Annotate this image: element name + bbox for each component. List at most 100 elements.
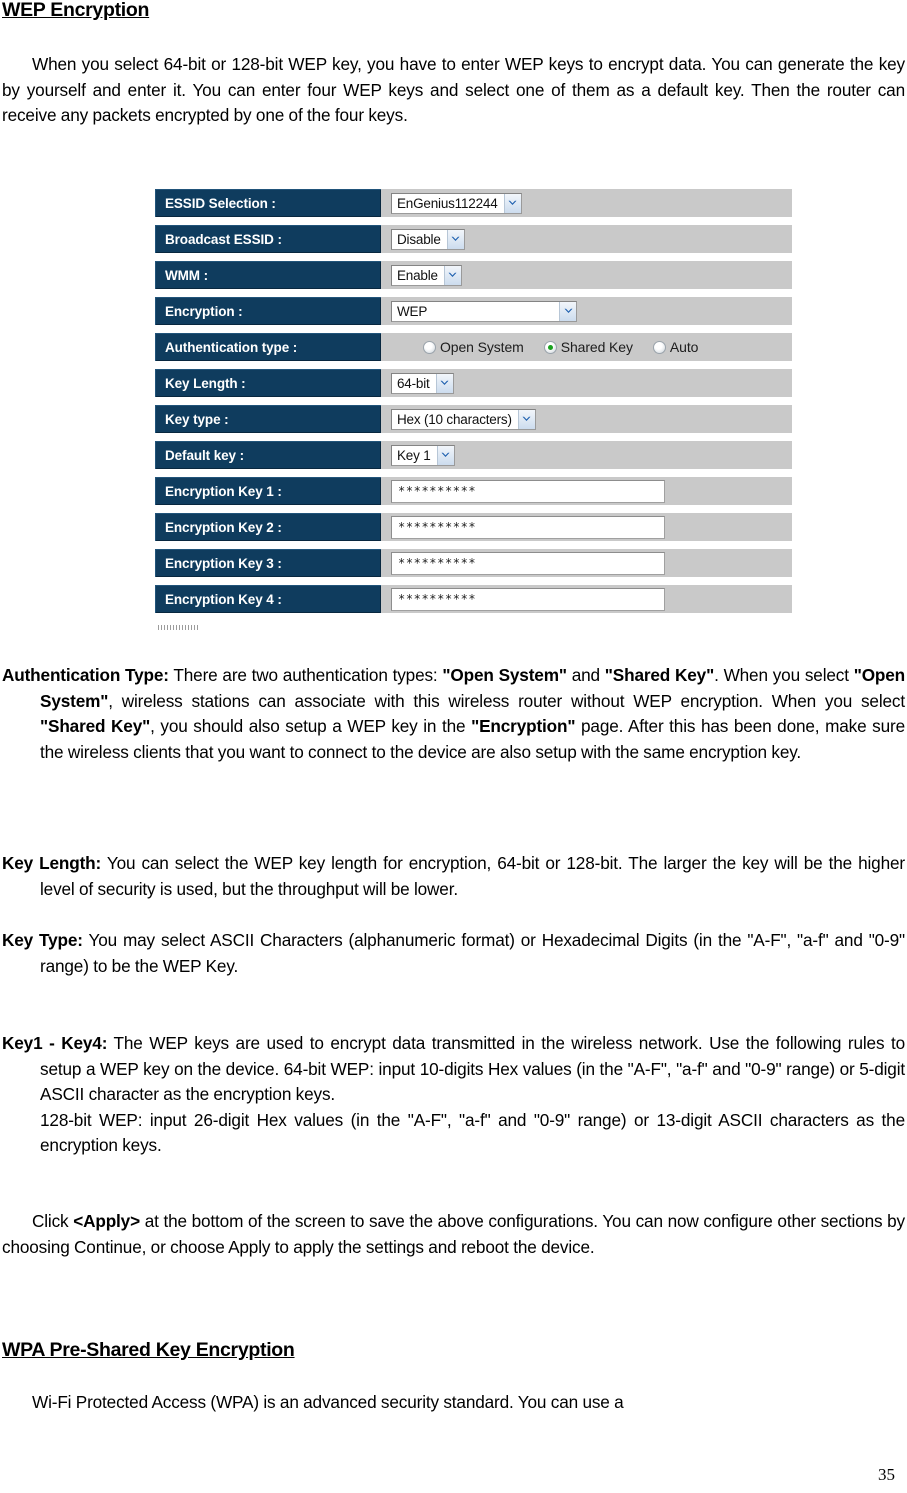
radio-label-shared-key: Shared Key [560, 339, 633, 355]
config-label-broadcast-essid: Broadcast ESSID : [155, 225, 381, 253]
config-row-wmm: WMM : Enable [155, 261, 792, 289]
config-row-broadcast-essid: Broadcast ESSID : Disable [155, 225, 792, 253]
section-title-wpa-pre-shared-key: WPA Pre-Shared Key Encryption [2, 1339, 295, 1361]
key-length-dropdown[interactable]: 64-bit [391, 372, 454, 394]
term-key-length: Key Length: [2, 853, 102, 873]
radio-label-auto: Auto [669, 339, 699, 355]
config-row-encryption-key-4: Encryption Key 4 : ********** [155, 585, 792, 613]
auth-bold-4: "Shared Key" [40, 716, 151, 737]
config-value-default-key: Key 1 [381, 441, 792, 469]
chevron-down-icon[interactable] [517, 409, 535, 429]
auth-bold-1: "Open System" [442, 665, 567, 685]
chevron-down-icon[interactable] [435, 373, 453, 393]
screenshot-bottom-artifact [158, 625, 198, 630]
page-number: 35 [878, 1465, 895, 1484]
config-label-key-type: Key type : [155, 405, 381, 433]
config-value-encryption-key-3: ********** [381, 549, 792, 577]
config-row-key-type: Key type : Hex (10 characters) [155, 405, 792, 433]
encryption-key-3-input[interactable]: ********** [391, 551, 665, 575]
apply-bold-label: <Apply> [73, 1211, 140, 1231]
definition-authentication-type: Authentication Type: There are two authe… [2, 663, 905, 765]
config-row-key-length: Key Length : 64-bit [155, 369, 792, 397]
radio-auto[interactable]: Auto [652, 339, 699, 355]
chevron-down-icon[interactable] [503, 193, 521, 213]
encryption-value: WEP [397, 303, 428, 319]
auth-bold-5: "Encryption" [471, 716, 576, 737]
key1-key4-line-1: The WEP keys are used to encrypt data tr… [40, 1033, 905, 1105]
essid-selection-value: EnGenius112244 [397, 195, 498, 211]
config-value-essid-selection: EnGenius112244 [381, 189, 792, 217]
config-label-authentication-type: Authentication type : [155, 333, 381, 361]
auth-text-4: , wireless stations can associate with t… [108, 690, 905, 711]
apply-text-1: Click [32, 1211, 74, 1231]
auth-text-1: There are two authentication types: [168, 665, 443, 685]
router-config-screenshot: ESSID Selection : EnGenius112244 Broadca… [155, 189, 792, 630]
key-length-value: 64-bit [397, 375, 430, 391]
config-value-authentication-type: Open System Shared Key Auto [381, 333, 792, 361]
auth-text-2: and [566, 665, 605, 685]
config-value-key-type: Hex (10 characters) [381, 405, 792, 433]
essid-selection-dropdown[interactable]: EnGenius112244 [391, 192, 522, 214]
key1-key4-line-2: 128-bit WEP: input 26-digit Hex values (… [40, 1109, 905, 1156]
radio-label-open-system: Open System [440, 339, 524, 355]
radio-icon[interactable] [652, 340, 666, 354]
key-type-text: You may select ASCII Characters (alphanu… [40, 930, 905, 976]
encryption-key-4-input[interactable]: ********** [391, 587, 665, 611]
config-value-encryption-key-1: ********** [381, 477, 792, 505]
broadcast-essid-dropdown[interactable]: Disable [391, 228, 465, 250]
config-row-encryption-key-1: Encryption Key 1 : ********** [155, 477, 792, 505]
wmm-value: Enable [397, 267, 438, 283]
key-type-value: Hex (10 characters) [397, 411, 512, 427]
definition-key-type: Key Type: You may select ASCII Character… [2, 928, 905, 979]
config-label-wmm: WMM : [155, 261, 381, 289]
config-value-encryption: WEP [381, 297, 792, 325]
config-label-essid-selection: ESSID Selection : [155, 189, 381, 217]
term-authentication-type: Authentication Type: [2, 665, 169, 685]
config-value-encryption-key-2: ********** [381, 513, 792, 541]
encryption-key-2-input[interactable]: ********** [391, 515, 665, 539]
config-row-encryption: Encryption : WEP [155, 297, 792, 325]
config-row-authentication-type: Authentication type : Open System Shared… [155, 333, 792, 361]
apply-paragraph: Click <Apply> at the bottom of the scree… [2, 1209, 905, 1260]
chevron-down-icon[interactable] [436, 445, 454, 465]
chevron-down-icon[interactable] [443, 265, 461, 285]
config-label-encryption-key-3: Encryption Key 3 : [155, 549, 381, 577]
config-row-encryption-key-2: Encryption Key 2 : ********** [155, 513, 792, 541]
radio-selected-icon[interactable] [543, 340, 557, 354]
definition-key-length: Key Length: You can select the WEP key l… [2, 851, 905, 902]
encryption-key-1-input[interactable]: ********** [391, 479, 665, 503]
key-type-dropdown[interactable]: Hex (10 characters) [391, 408, 536, 430]
config-value-broadcast-essid: Disable [381, 225, 792, 253]
auth-text-3: . When you select [714, 665, 854, 685]
config-label-default-key: Default key : [155, 441, 381, 469]
config-label-encryption-key-4: Encryption Key 4 : [155, 585, 381, 613]
encryption-dropdown[interactable]: WEP [391, 300, 577, 322]
term-key-type: Key Type: [2, 930, 83, 950]
wmm-dropdown[interactable]: Enable [391, 264, 462, 286]
config-row-default-key: Default key : Key 1 [155, 441, 792, 469]
definition-key1-key4-line-2: 128-bit WEP: input 26-digit Hex values (… [2, 1108, 905, 1159]
auth-bold-2: "Shared Key" [604, 665, 715, 685]
config-label-key-length: Key Length : [155, 369, 381, 397]
config-value-wmm: Enable [381, 261, 792, 289]
radio-open-system[interactable]: Open System [423, 339, 524, 355]
config-label-encryption-key-2: Encryption Key 2 : [155, 513, 381, 541]
config-value-encryption-key-4: ********** [381, 585, 792, 613]
config-row-encryption-key-3: Encryption Key 3 : ********** [155, 549, 792, 577]
page-title-wep-encryption: WEP Encryption [2, 0, 150, 21]
config-row-essid-selection: ESSID Selection : EnGenius112244 [155, 189, 792, 217]
auth-text-5: , you should also setup a WEP key in the [150, 716, 472, 737]
definition-key1-key4: Key1 - Key4: The WEP keys are used to en… [2, 1031, 905, 1108]
chevron-down-icon[interactable] [559, 301, 576, 321]
radio-shared-key[interactable]: Shared Key [543, 339, 633, 355]
intro-paragraph: When you select 64-bit or 128-bit WEP ke… [2, 54, 905, 126]
authentication-type-radio-group: Open System Shared Key Auto [391, 339, 698, 355]
config-label-encryption: Encryption : [155, 297, 381, 325]
key-length-text: You can select the WEP key length for en… [40, 853, 905, 899]
default-key-dropdown[interactable]: Key 1 [391, 444, 455, 466]
wpa-intro-paragraph: Wi-Fi Protected Access (WPA) is an advan… [32, 1392, 624, 1412]
radio-icon[interactable] [423, 340, 436, 354]
broadcast-essid-value: Disable [397, 231, 441, 247]
config-value-key-length: 64-bit [381, 369, 792, 397]
chevron-down-icon[interactable] [446, 229, 464, 249]
